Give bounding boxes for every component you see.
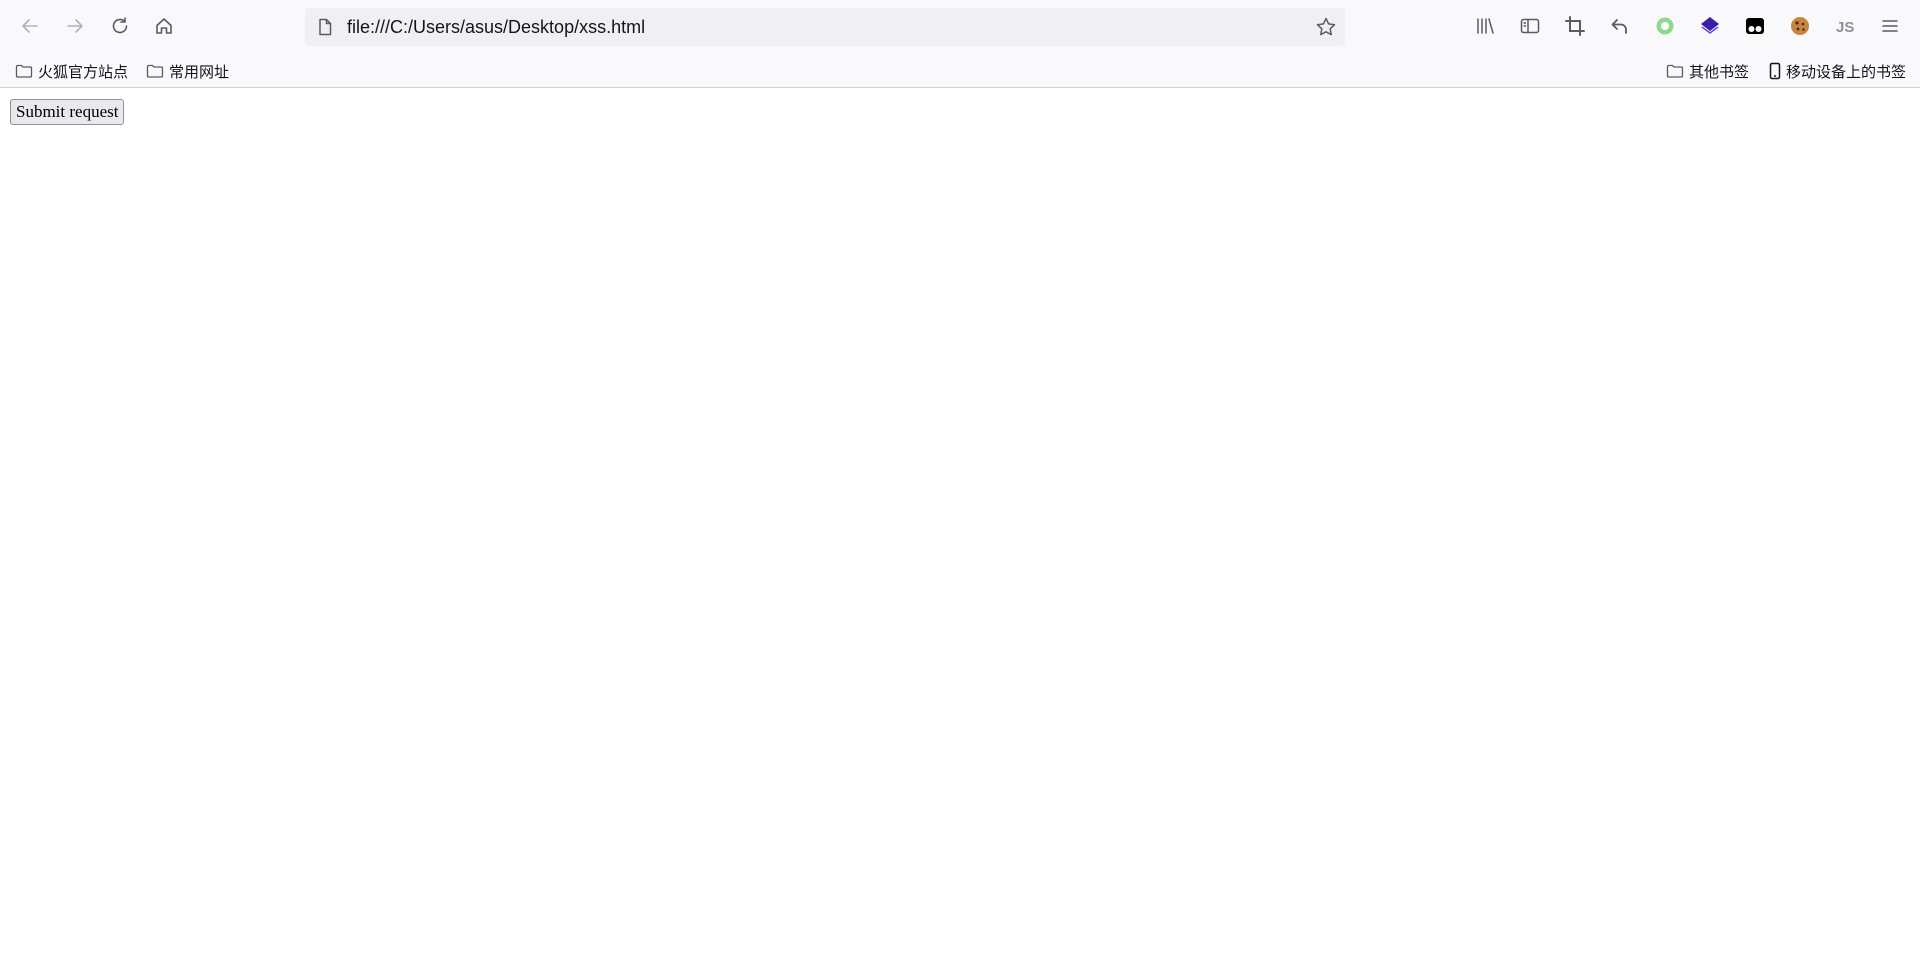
- address-bar[interactable]: file:///C:/Users/asus/Desktop/xss.html: [305, 8, 1345, 46]
- folder-icon: [1666, 64, 1684, 78]
- menu-button[interactable]: [1873, 9, 1907, 43]
- screenshot-button[interactable]: [1558, 9, 1592, 43]
- mask-extension-button[interactable]: [1738, 9, 1772, 43]
- folder-icon: [146, 64, 164, 78]
- bookmark-label: 常用网址: [169, 63, 230, 81]
- reload-button[interactable]: [103, 9, 137, 43]
- folder-icon: [15, 64, 33, 78]
- green-circle-extension-icon: [1656, 17, 1674, 35]
- navigation-toolbar: file:///C:/Users/asus/Desktop/xss.html J…: [0, 0, 1920, 54]
- cookie-extension-icon: [1791, 17, 1809, 35]
- page-icon: [319, 18, 332, 36]
- bookmark-folder-firefox-official[interactable]: 火狐官方站点: [15, 60, 128, 82]
- menu-icon: [1882, 20, 1898, 32]
- bookmarks-toolbar: 火狐官方站点 常用网址 其他书签 移动设备上的书签: [0, 54, 1920, 88]
- forward-icon: [67, 19, 83, 33]
- reload-icon: [112, 17, 128, 34]
- browser-chrome: file:///C:/Users/asus/Desktop/xss.html J…: [0, 0, 1920, 88]
- bookmark-folder-mobile[interactable]: 移动设备上的书签: [1766, 60, 1906, 82]
- library-icon: [1477, 18, 1494, 34]
- submit-request-button[interactable]: Submit request: [10, 99, 125, 125]
- forward-button[interactable]: [58, 9, 92, 43]
- undo-button[interactable]: [1603, 9, 1637, 43]
- js-extension-icon: JS: [1836, 19, 1854, 36]
- bookmark-folder-other[interactable]: 其他书签: [1666, 60, 1749, 82]
- url-text[interactable]: file:///C:/Users/asus/Desktop/xss.html: [347, 17, 645, 37]
- home-button[interactable]: [147, 9, 181, 43]
- purple-layers-extension-button[interactable]: [1693, 9, 1727, 43]
- bookmark-folder-common-sites[interactable]: 常用网址: [146, 60, 229, 82]
- undo-icon: [1611, 19, 1627, 34]
- bookmark-label: 火狐官方站点: [38, 63, 129, 81]
- back-button[interactable]: [13, 9, 47, 43]
- purple-layers-extension-icon: [1701, 17, 1719, 34]
- page-content: Submit request: [0, 89, 1920, 976]
- mask-extension-icon: [1746, 18, 1764, 34]
- green-circle-extension-button[interactable]: [1648, 9, 1682, 43]
- library-button[interactable]: [1468, 9, 1502, 43]
- sidebar-icon: [1520, 18, 1540, 34]
- js-label: JS: [1836, 19, 1854, 36]
- mobile-device-icon: [1769, 62, 1781, 80]
- sidebar-button[interactable]: [1513, 9, 1547, 43]
- js-extension-button[interactable]: JS: [1828, 9, 1862, 43]
- screenshot-crop-icon: [1565, 16, 1585, 36]
- back-icon: [22, 19, 38, 33]
- bookmark-star-icon[interactable]: [1315, 16, 1337, 38]
- home-icon: [156, 18, 172, 34]
- bookmark-label: 其他书签: [1689, 63, 1750, 81]
- cookie-extension-button[interactable]: [1783, 9, 1817, 43]
- bookmark-label: 移动设备上的书签: [1786, 63, 1907, 81]
